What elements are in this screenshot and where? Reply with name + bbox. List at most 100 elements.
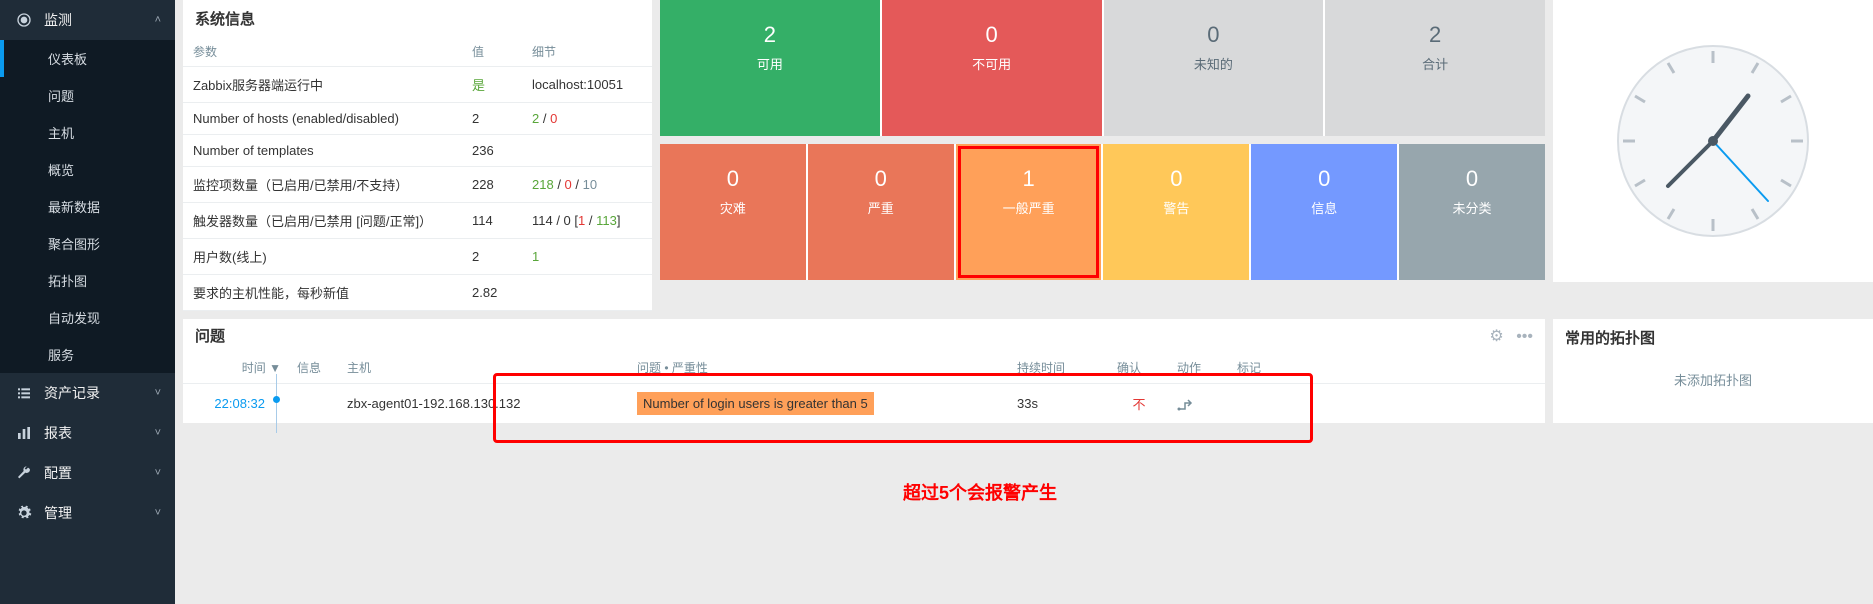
sysinfo-param: Number of templates [183, 135, 462, 167]
tile-count: 0 [1251, 166, 1397, 192]
system-info-title: 系统信息 [183, 0, 652, 37]
status-tile-灾难[interactable]: 0 灾难 [660, 144, 806, 280]
tile-label: 一般严重 [956, 198, 1102, 217]
sysinfo-row: 监控项数量（已启用/已禁用/不支持） 228 218 / 0 / 10 [183, 167, 652, 203]
timeline-marker [273, 384, 289, 424]
nav-item-仪表板[interactable]: 仪表板 [0, 40, 175, 77]
chevron-down-icon: ˅ [155, 427, 161, 439]
maps-panel: 常用的拓扑图 未添加拓扑图 [1553, 319, 1873, 423]
sysinfo-value: 228 [462, 167, 522, 203]
nav-section-报表[interactable]: 报表 ˅ [0, 413, 175, 453]
sysinfo-row: 要求的主机性能，每秒新值 2.82 [183, 275, 652, 311]
wrench-icon [14, 465, 34, 481]
tile-label: 严重 [808, 198, 954, 217]
problems-panel: 问题 ⚙ ••• 时间 ▼信息主机问题 • 严重性持续时间确认动作标记 22:0… [183, 319, 1545, 423]
status-tile-不可用[interactable]: 0 不可用 [882, 0, 1102, 136]
sysinfo-col-param: 参数 [183, 37, 462, 67]
sysinfo-value: 2.82 [462, 275, 522, 311]
nav-section-资产记录[interactable]: 资产记录 ˅ [0, 373, 175, 413]
tile-label: 信息 [1251, 198, 1397, 217]
col-0[interactable]: 信息 [289, 352, 339, 384]
gear-icon[interactable]: ⚙ [1489, 328, 1503, 345]
sysinfo-col-value: 值 [462, 37, 522, 67]
sysinfo-param: 要求的主机性能，每秒新值 [183, 275, 462, 311]
problem-time[interactable]: 22:08:32 [183, 384, 273, 424]
status-tile-未知的[interactable]: 0 未知的 [1104, 0, 1324, 136]
tile-label: 未知的 [1104, 54, 1324, 73]
tile-label: 未分类 [1399, 198, 1545, 217]
tile-label: 灾难 [660, 198, 806, 217]
nav-section-监测[interactable]: 监测 ˄ [0, 0, 175, 40]
sidebar: 监测 ˄ 仪表板问题主机概览最新数据聚合图形拓扑图自动发现服务 资产记录 ˅ 报… [0, 0, 175, 604]
sysinfo-detail: 1 [522, 239, 652, 275]
eye-icon [14, 12, 34, 28]
tile-label: 不可用 [882, 54, 1102, 73]
tile-label: 警告 [1103, 198, 1249, 217]
tile-label: 合计 [1325, 54, 1545, 73]
status-tile-未分类[interactable]: 0 未分类 [1399, 144, 1545, 280]
nav-item-自动发现[interactable]: 自动发现 [0, 299, 175, 336]
nav-section-label: 资产记录 [44, 383, 155, 403]
sysinfo-detail [522, 275, 652, 311]
sysinfo-value: 236 [462, 135, 522, 167]
status-tile-信息[interactable]: 0 信息 [1251, 144, 1397, 280]
more-icon[interactable]: ••• [1516, 328, 1533, 345]
nav-section-label: 报表 [44, 423, 155, 443]
chevron-down-icon: ˅ [155, 387, 161, 399]
sysinfo-param: Number of hosts (enabled/disabled) [183, 103, 462, 135]
nav-section-管理[interactable]: 管理 ˅ [0, 493, 175, 533]
nav-section-配置[interactable]: 配置 ˅ [0, 453, 175, 493]
nav-section-label: 配置 [44, 463, 155, 483]
sysinfo-value: 114 [462, 203, 522, 239]
nav-item-最新数据[interactable]: 最新数据 [0, 188, 175, 225]
sysinfo-row: 用户数(线上) 2 1 [183, 239, 652, 275]
sysinfo-detail: 218 / 0 / 10 [522, 167, 652, 203]
status-tile-警告[interactable]: 0 警告 [1103, 144, 1249, 280]
sysinfo-param: 用户数(线上) [183, 239, 462, 275]
sysinfo-detail: localhost:10051 [522, 67, 652, 103]
sysinfo-value: 是 [462, 67, 522, 103]
tile-count: 2 [1325, 22, 1545, 48]
sysinfo-detail: 114 / 0 [1 / 113] [522, 203, 652, 239]
nav-item-概览[interactable]: 概览 [0, 151, 175, 188]
annotation-text: 超过5个会报警产生 [903, 479, 1057, 505]
status-tile-一般严重[interactable]: 1 一般严重 [956, 144, 1102, 280]
status-tile-合计[interactable]: 2 合计 [1325, 0, 1545, 136]
sysinfo-detail [522, 135, 652, 167]
nav-item-聚合图形[interactable]: 聚合图形 [0, 225, 175, 262]
sysinfo-param: 触发器数量（已启用/已禁用 [问题/正常]） [183, 203, 462, 239]
tile-count: 2 [660, 22, 880, 48]
tile-count: 0 [1104, 22, 1324, 48]
tile-count: 0 [882, 22, 1102, 48]
tile-count: 0 [1399, 166, 1545, 192]
sysinfo-col-detail: 细节 [522, 37, 652, 67]
nav-item-问题[interactable]: 问题 [0, 77, 175, 114]
nav-section-label: 监测 [44, 10, 155, 30]
chevron-down-icon: ˅ [155, 507, 161, 519]
nav-item-拓扑图[interactable]: 拓扑图 [0, 262, 175, 299]
nav-item-服务[interactable]: 服务 [0, 336, 175, 373]
system-info-panel: 系统信息 参数 值 细节 Zabbix服务器端运行中 是 localhost:1… [183, 0, 652, 311]
tile-count: 0 [808, 166, 954, 192]
list-icon [14, 385, 34, 401]
maps-title: 常用的拓扑图 [1553, 319, 1873, 356]
bars-icon [14, 425, 34, 441]
sysinfo-row: Number of hosts (enabled/disabled) 2 2 /… [183, 103, 652, 135]
tile-count: 0 [1103, 166, 1249, 192]
problems-title: 问题 [195, 325, 1489, 346]
tile-label: 可用 [660, 54, 880, 73]
sysinfo-row: Number of templates 236 [183, 135, 652, 167]
status-tile-严重[interactable]: 0 严重 [808, 144, 954, 280]
sysinfo-row: Zabbix服务器端运行中 是 localhost:10051 [183, 67, 652, 103]
sysinfo-value: 2 [462, 103, 522, 135]
nav-item-主机[interactable]: 主机 [0, 114, 175, 151]
gear-icon [14, 505, 34, 521]
sysinfo-param: 监控项数量（已启用/已禁用/不支持） [183, 167, 462, 203]
sysinfo-param: Zabbix服务器端运行中 [183, 67, 462, 103]
nav-section-label: 管理 [44, 503, 155, 523]
col-time[interactable]: 时间 ▼ [183, 352, 289, 384]
chevron-up-icon: ˄ [155, 14, 161, 26]
clock-icon [1613, 41, 1813, 241]
status-tile-可用[interactable]: 2 可用 [660, 0, 880, 136]
sysinfo-detail: 2 / 0 [522, 103, 652, 135]
